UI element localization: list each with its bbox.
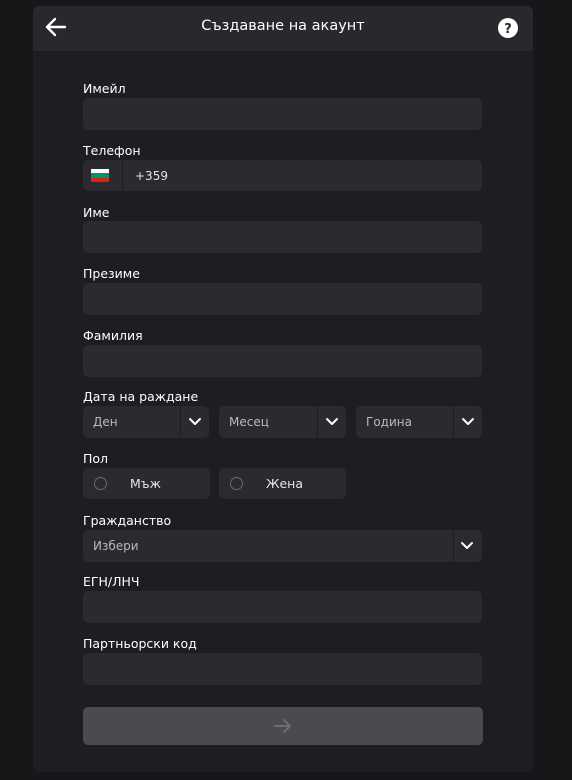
last-name-field[interactable] [83,345,482,377]
chevron-down-icon [326,418,338,425]
chevron-down-icon [461,542,473,549]
citizenship-select-value: Избери [93,539,139,553]
email-label: Имейл [83,81,126,96]
gender-male-radio[interactable]: Мъж [83,468,210,499]
citizenship-select[interactable]: Избери [83,530,482,562]
phone-input[interactable] [127,160,477,191]
email-field[interactable] [83,98,482,130]
phone-field-wrap [83,160,482,191]
select-divider [317,406,318,438]
chevron-down-icon [462,418,474,425]
month-select[interactable]: Месец [219,406,346,438]
radio-circle [94,477,107,490]
select-divider [453,406,454,438]
partner-code-label: Партньорски код [83,636,197,651]
select-divider [453,530,454,562]
chevron-down-icon [189,418,201,425]
svg-text:?: ? [504,22,512,37]
arrow-right-icon [274,719,291,733]
birth-date-label: Дата на раждане [83,389,199,404]
partner-code-field[interactable] [83,653,482,685]
citizenship-label: Гражданство [83,513,172,528]
egn-label: ЕГН/ЛНЧ [83,574,140,589]
first-name-label: Име [83,205,110,220]
day-select-value: Ден [93,415,118,429]
middle-name-label: Презиме [83,266,140,281]
year-select[interactable]: Година [356,406,482,438]
submit-button[interactable] [83,707,483,745]
bulgaria-flag-icon [91,169,109,182]
year-select-value: Година [366,415,412,429]
first-name-field[interactable] [83,221,482,253]
select-divider [180,406,181,438]
radio-circle [230,477,243,490]
gender-female-radio[interactable]: Жена [219,468,346,499]
phone-label: Телефон [83,143,141,158]
egn-field[interactable] [83,591,482,623]
page-title: Създаване на акаунт [201,18,365,34]
country-code-selector[interactable] [83,160,123,191]
gender-female-label: Жена [266,476,303,491]
last-name-label: Фамилия [83,328,143,343]
middle-name-field[interactable] [83,283,482,315]
gender-male-label: Мъж [130,476,161,491]
help-icon[interactable]: ? [498,18,518,38]
gender-label: Пол [83,451,109,466]
month-select-value: Месец [229,415,269,429]
day-select[interactable]: Ден [83,406,209,438]
